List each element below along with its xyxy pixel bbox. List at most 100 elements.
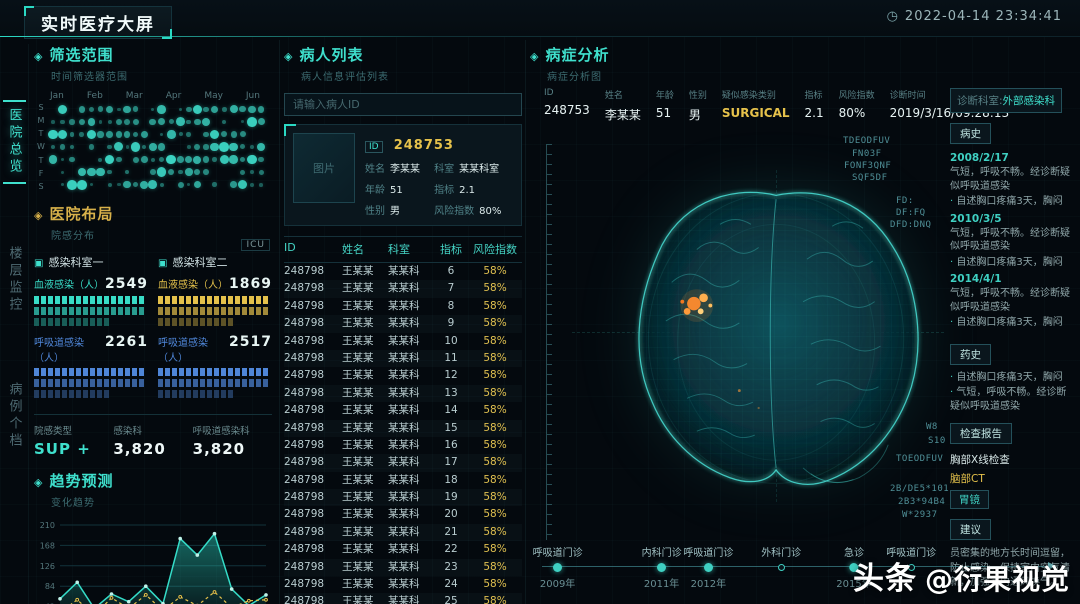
column-header[interactable]: 姓名	[342, 241, 388, 257]
section-medication-label[interactable]: 药史	[950, 343, 991, 365]
calendar-bubble	[241, 120, 245, 124]
table-row[interactable]: 248798 王某某 某某科 21 58%	[284, 523, 522, 542]
panel-icon: ◈	[34, 50, 44, 63]
calendar-bubble	[125, 145, 129, 149]
table-row[interactable]: 248798 王某某 某某科 11 58%	[284, 349, 522, 368]
calendar-bubble	[124, 169, 130, 175]
table-header: ID 姓名 科室 指标 风险指数	[284, 236, 522, 263]
table-row[interactable]: 248798 王某某 某某科 6 58%	[284, 263, 522, 280]
sidebar-item-3[interactable]: 病例个档	[3, 376, 26, 456]
table-row[interactable]: 248798 王某某 某某科 16 58%	[284, 437, 522, 454]
timeline-item[interactable]: 内科门诊 2011年	[642, 544, 682, 590]
summary-stat-value: SUP +	[34, 440, 91, 458]
table-row[interactable]: 248798 王某某 某某科 15 58%	[284, 419, 522, 437]
calendar-bubble	[229, 155, 238, 164]
calendar-heatmap[interactable]: Jan Feb Mar Apr May Jun SMTWTFS	[34, 91, 272, 191]
metric-label: 呼吸道感染（人）	[34, 338, 84, 364]
calendar-bubble	[250, 145, 254, 149]
section-reports-label[interactable]: 检查报告	[950, 423, 1012, 444]
table-row[interactable]: 248798 王某某 某某科 20 58%	[284, 506, 522, 523]
table-row[interactable]: 248798 王某某 某某科 22 58%	[284, 541, 522, 558]
calendar-bubble	[98, 157, 103, 162]
table-row[interactable]: 248798 王某某 某某科 7 58%	[284, 280, 522, 298]
calendar-bubble	[149, 118, 156, 126]
calendar-bubble	[229, 142, 239, 152]
patient-card[interactable]: 图片 ID 248753 姓名 李某某 科室 某某科室 年龄 51 指标 2.1 性别男 风险指数…	[284, 124, 522, 226]
column-header[interactable]: 指标	[434, 241, 468, 257]
annotation-label: TOEODFUV	[896, 454, 944, 464]
calendar-bubble	[48, 155, 58, 164]
table-row[interactable]: 248798 王某某 某某科 8 58%	[284, 298, 522, 315]
sidebar-item-2[interactable]: 楼层监控	[3, 240, 26, 320]
timeline-item[interactable]: 呼吸道门诊 2012年	[683, 544, 733, 590]
report-item[interactable]: 胃镜	[950, 490, 989, 509]
metric-label: 呼吸道感染（人）	[158, 338, 208, 364]
search-input[interactable]	[284, 93, 522, 116]
calendar-bubble	[60, 182, 65, 187]
table-row[interactable]: 248798 王某某 某某科 19 58%	[284, 489, 522, 507]
calendar-bubble	[239, 156, 246, 163]
table-row[interactable]: 248798 王某某 某某科 13 58%	[284, 384, 522, 403]
calendar-bubble	[148, 143, 157, 151]
calendar-bubble	[149, 169, 156, 176]
calendar-bubble	[57, 129, 68, 140]
report-items: 胸部X线检查 脑部CT 胃镜	[950, 452, 1074, 509]
timeline-dot	[777, 564, 785, 571]
history-entry: 2010/3/5气短，呼吸不畅。经诊断疑似呼吸道感染自述胸口疼痛3天，胸闷	[950, 213, 1074, 270]
calendar-bubble	[230, 131, 237, 138]
icu-label: ICU	[241, 239, 270, 251]
calendar-bubble	[193, 181, 201, 189]
table-row[interactable]: 248798 王某某 某某科 17 58%	[284, 454, 522, 472]
filter-panel: ◈ 筛选范围 时间筛选器范围 Jan Feb Mar Apr May Jun SMTWTFS	[34, 44, 272, 191]
calendar-bubble	[211, 105, 219, 113]
sidebar-item-1[interactable]: 医院总览	[2, 100, 26, 184]
calendar-bubble	[69, 156, 75, 163]
report-item[interactable]: 胸部X线检查	[950, 452, 1074, 467]
calendar-bubble	[247, 117, 257, 127]
annotation-label: DF:FQ	[896, 208, 926, 218]
calendar-day-label: T	[38, 129, 44, 139]
calendar-bubble	[78, 118, 85, 126]
column-header[interactable]: 风险指数	[468, 241, 522, 257]
calendar-bubble	[167, 130, 176, 139]
table-row[interactable]: 248798 王某某 某某科 12 58%	[284, 367, 522, 384]
calendar-bubble	[248, 105, 256, 113]
table-row[interactable]: 248798 王某某 某某科 23 58%	[284, 558, 522, 577]
patient-list-panel: ◈ 病人列表 病人信息评估列表 图片 ID 248753 姓名李某某 科室某某科室年…	[284, 44, 522, 604]
section-advice-label[interactable]: 建议	[950, 519, 991, 540]
section-history-label[interactable]: 病史	[950, 123, 991, 144]
annotation-label: 2B3*94B4	[898, 497, 946, 507]
calendar-bubble	[229, 105, 238, 114]
calendar-bubble	[186, 145, 191, 149]
table-row[interactable]: 248798 王某某 某某科 25 58%	[284, 593, 522, 604]
table-row[interactable]: 248798 王某某 某某科 24 58%	[284, 576, 522, 593]
timeline-item[interactable]: 外科门诊	[761, 544, 801, 575]
sidebar: 医院总览楼层监控病例个档	[0, 44, 29, 604]
calendar-bubble	[157, 167, 167, 177]
calendar-day-label: M	[37, 116, 45, 126]
hospital-panel-title: ◈ 医院布局	[34, 203, 272, 224]
table-row[interactable]: 248798 王某某 某某科 9 58%	[284, 315, 522, 333]
report-item[interactable]: 脑部CT	[950, 471, 1074, 486]
calendar-bubble	[178, 169, 183, 175]
calendar-bubble	[107, 182, 112, 187]
patient-field: 年龄 51	[365, 185, 403, 196]
calendar-bubble	[60, 170, 65, 174]
calendar-month-label: Feb	[86, 91, 103, 101]
metric-value: 1869	[229, 276, 272, 292]
timeline-item[interactable]: 呼吸道门诊 2009年	[533, 544, 583, 590]
table-row[interactable]: 248798 王某某 某某科 10 58%	[284, 333, 522, 350]
table-row[interactable]: 248798 王某某 某某科 18 58%	[284, 472, 522, 489]
calendar-bubble	[186, 119, 192, 125]
calendar-bubble	[140, 130, 148, 138]
column-header[interactable]: ID	[284, 241, 342, 257]
timeline-dot	[553, 563, 563, 572]
calendar-bubble	[117, 107, 121, 111]
department-name: 感染科室一	[48, 256, 104, 269]
calendar-bubble	[210, 142, 220, 152]
calendar-bubble	[166, 154, 177, 165]
table-row[interactable]: 248798 王某某 某某科 14 58%	[284, 402, 522, 419]
column-header[interactable]: 科室	[388, 241, 434, 257]
summary-stat-label: 感染科	[113, 426, 142, 437]
annotation-label: FN03F	[852, 149, 882, 159]
